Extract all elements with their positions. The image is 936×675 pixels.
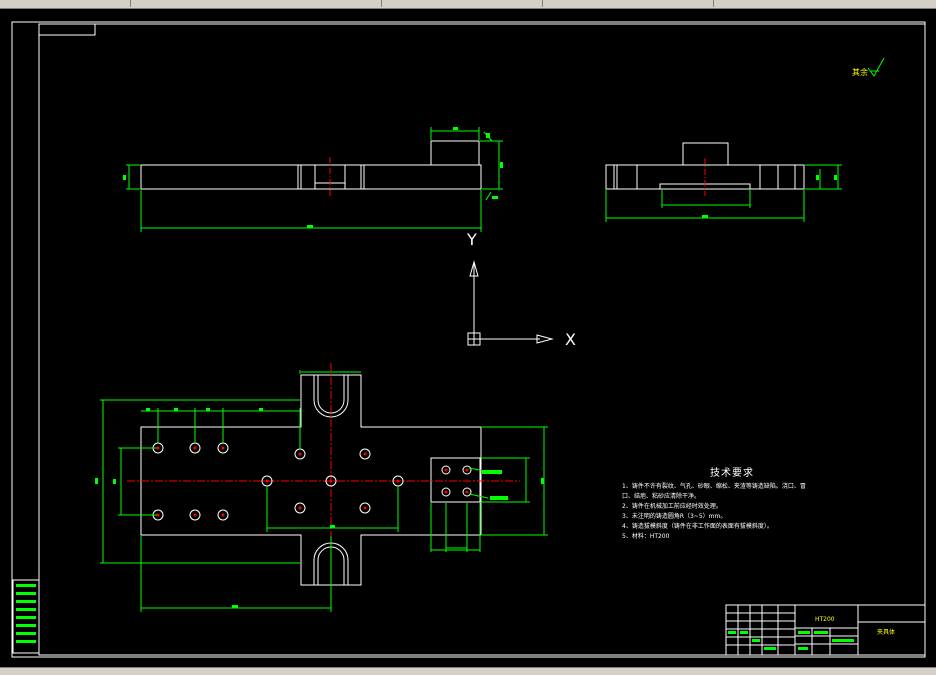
plan-view [140, 374, 482, 586]
ucs-icon [467, 260, 554, 346]
frame-code-box [38, 23, 96, 36]
tech-requirement-line: 2、铸件在机械加工前应经时效处理。 [622, 503, 722, 510]
title-block-fill [728, 631, 854, 650]
tech-requirement-line: 1、铸件不许有裂纹、气孔、砂眼、缩松、夹渣等铸造缺陷。浇口、冒 [622, 483, 806, 490]
front-view-dimensions [123, 127, 503, 232]
tech-requirement-line: 口、结疤、粘砂应清除干净。 [622, 493, 701, 500]
roughness-note: 其余 [852, 68, 868, 77]
axis-label-y: Y [467, 230, 477, 249]
cad-drawing-canvas[interactable] [0, 0, 936, 674]
side-view [605, 142, 805, 196]
tech-requirement-line: 3、未注明的铸造圆角R（3~5）mm。 [622, 513, 727, 520]
title-block-material: HT200 [815, 616, 835, 623]
title-block [725, 604, 926, 656]
tech-requirement-line: 5、材料：HT200 [622, 533, 670, 540]
binding-strip [12, 579, 40, 654]
side-view-dimensions [605, 164, 842, 222]
axis-label-x: X [565, 330, 576, 349]
technical-requirements: 技术要求 1、铸件不许有裂纹、气孔、砂眼、缩松、夹渣等铸造缺陷。浇口、冒 口、结… [622, 464, 842, 542]
title-block-part-name: 夹具体 [877, 629, 896, 636]
plan-centerlines [127, 363, 520, 600]
front-view [140, 140, 482, 197]
roughness-symbol [867, 57, 885, 77]
tech-requirements-heading: 技术要求 [710, 468, 754, 479]
tech-requirement-line: 4、铸造拔模斜度（铸件在非工作面的表面有拔模斜度）。 [622, 523, 773, 530]
